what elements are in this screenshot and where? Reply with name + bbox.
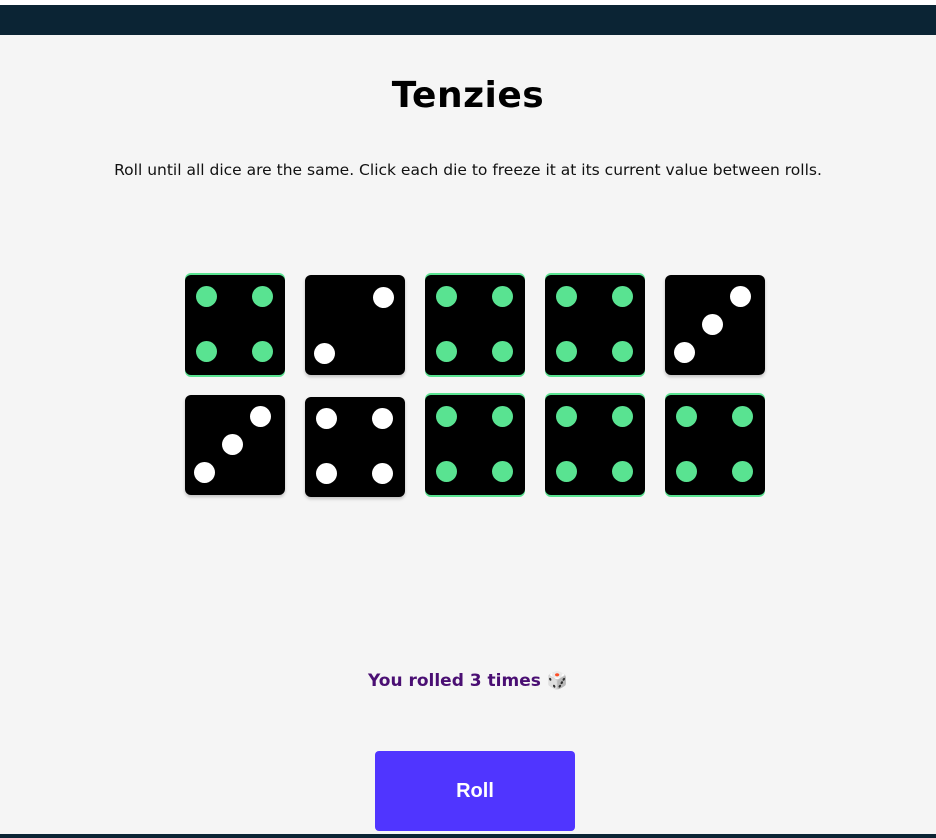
- die-6[interactable]: [185, 395, 285, 495]
- die-pip: [492, 286, 513, 307]
- die-4[interactable]: [545, 275, 645, 375]
- die-pip: [612, 406, 633, 427]
- die-pip: [372, 463, 393, 484]
- die-pip: [676, 406, 697, 427]
- die-3[interactable]: [425, 275, 525, 375]
- die-pip: [373, 287, 394, 308]
- game-board: Tenzies Roll until all dice are the same…: [0, 35, 936, 834]
- die-pip: [196, 286, 217, 307]
- die-pip: [732, 461, 753, 482]
- die-pip: [492, 461, 513, 482]
- die-pip: [730, 286, 751, 307]
- die-pip: [612, 341, 633, 362]
- die-pip: [492, 406, 513, 427]
- die-pip: [372, 408, 393, 429]
- die-pip: [674, 342, 695, 363]
- game-title: Tenzies: [391, 75, 545, 116]
- die-pip: [436, 341, 457, 362]
- die-pip: [732, 406, 753, 427]
- instructions-text: Roll until all dice are the same. Click …: [114, 161, 822, 179]
- die-1[interactable]: [185, 275, 285, 375]
- top-bar: [0, 5, 936, 35]
- die-pip: [250, 406, 271, 427]
- die-8[interactable]: [425, 395, 525, 495]
- die-10[interactable]: [665, 395, 765, 495]
- die-pip: [436, 286, 457, 307]
- die-pip: [556, 461, 577, 482]
- die-pip: [436, 461, 457, 482]
- die-9[interactable]: [545, 395, 645, 495]
- die-pip: [436, 406, 457, 427]
- die-pip: [252, 341, 273, 362]
- dice-emoji-icon: 🎲: [546, 671, 568, 691]
- die-pip: [194, 462, 215, 483]
- die-2[interactable]: [305, 275, 405, 375]
- bottom-bar: [0, 834, 936, 838]
- die-pip: [492, 341, 513, 362]
- die-pip: [676, 461, 697, 482]
- die-pip: [702, 314, 723, 335]
- roll-button[interactable]: Roll: [375, 751, 575, 831]
- die-pip: [556, 286, 577, 307]
- die-5[interactable]: [665, 275, 765, 375]
- die-7[interactable]: [305, 397, 405, 497]
- roll-count-text: You rolled 3 times: [368, 671, 541, 691]
- die-pip: [222, 434, 243, 455]
- die-pip: [196, 341, 217, 362]
- die-pip: [316, 408, 337, 429]
- roll-count: You rolled 3 times 🎲: [0, 671, 936, 691]
- die-pip: [314, 343, 335, 364]
- die-pip: [612, 286, 633, 307]
- die-pip: [252, 286, 273, 307]
- die-pip: [556, 406, 577, 427]
- die-pip: [612, 461, 633, 482]
- die-pip: [316, 463, 337, 484]
- die-pip: [556, 341, 577, 362]
